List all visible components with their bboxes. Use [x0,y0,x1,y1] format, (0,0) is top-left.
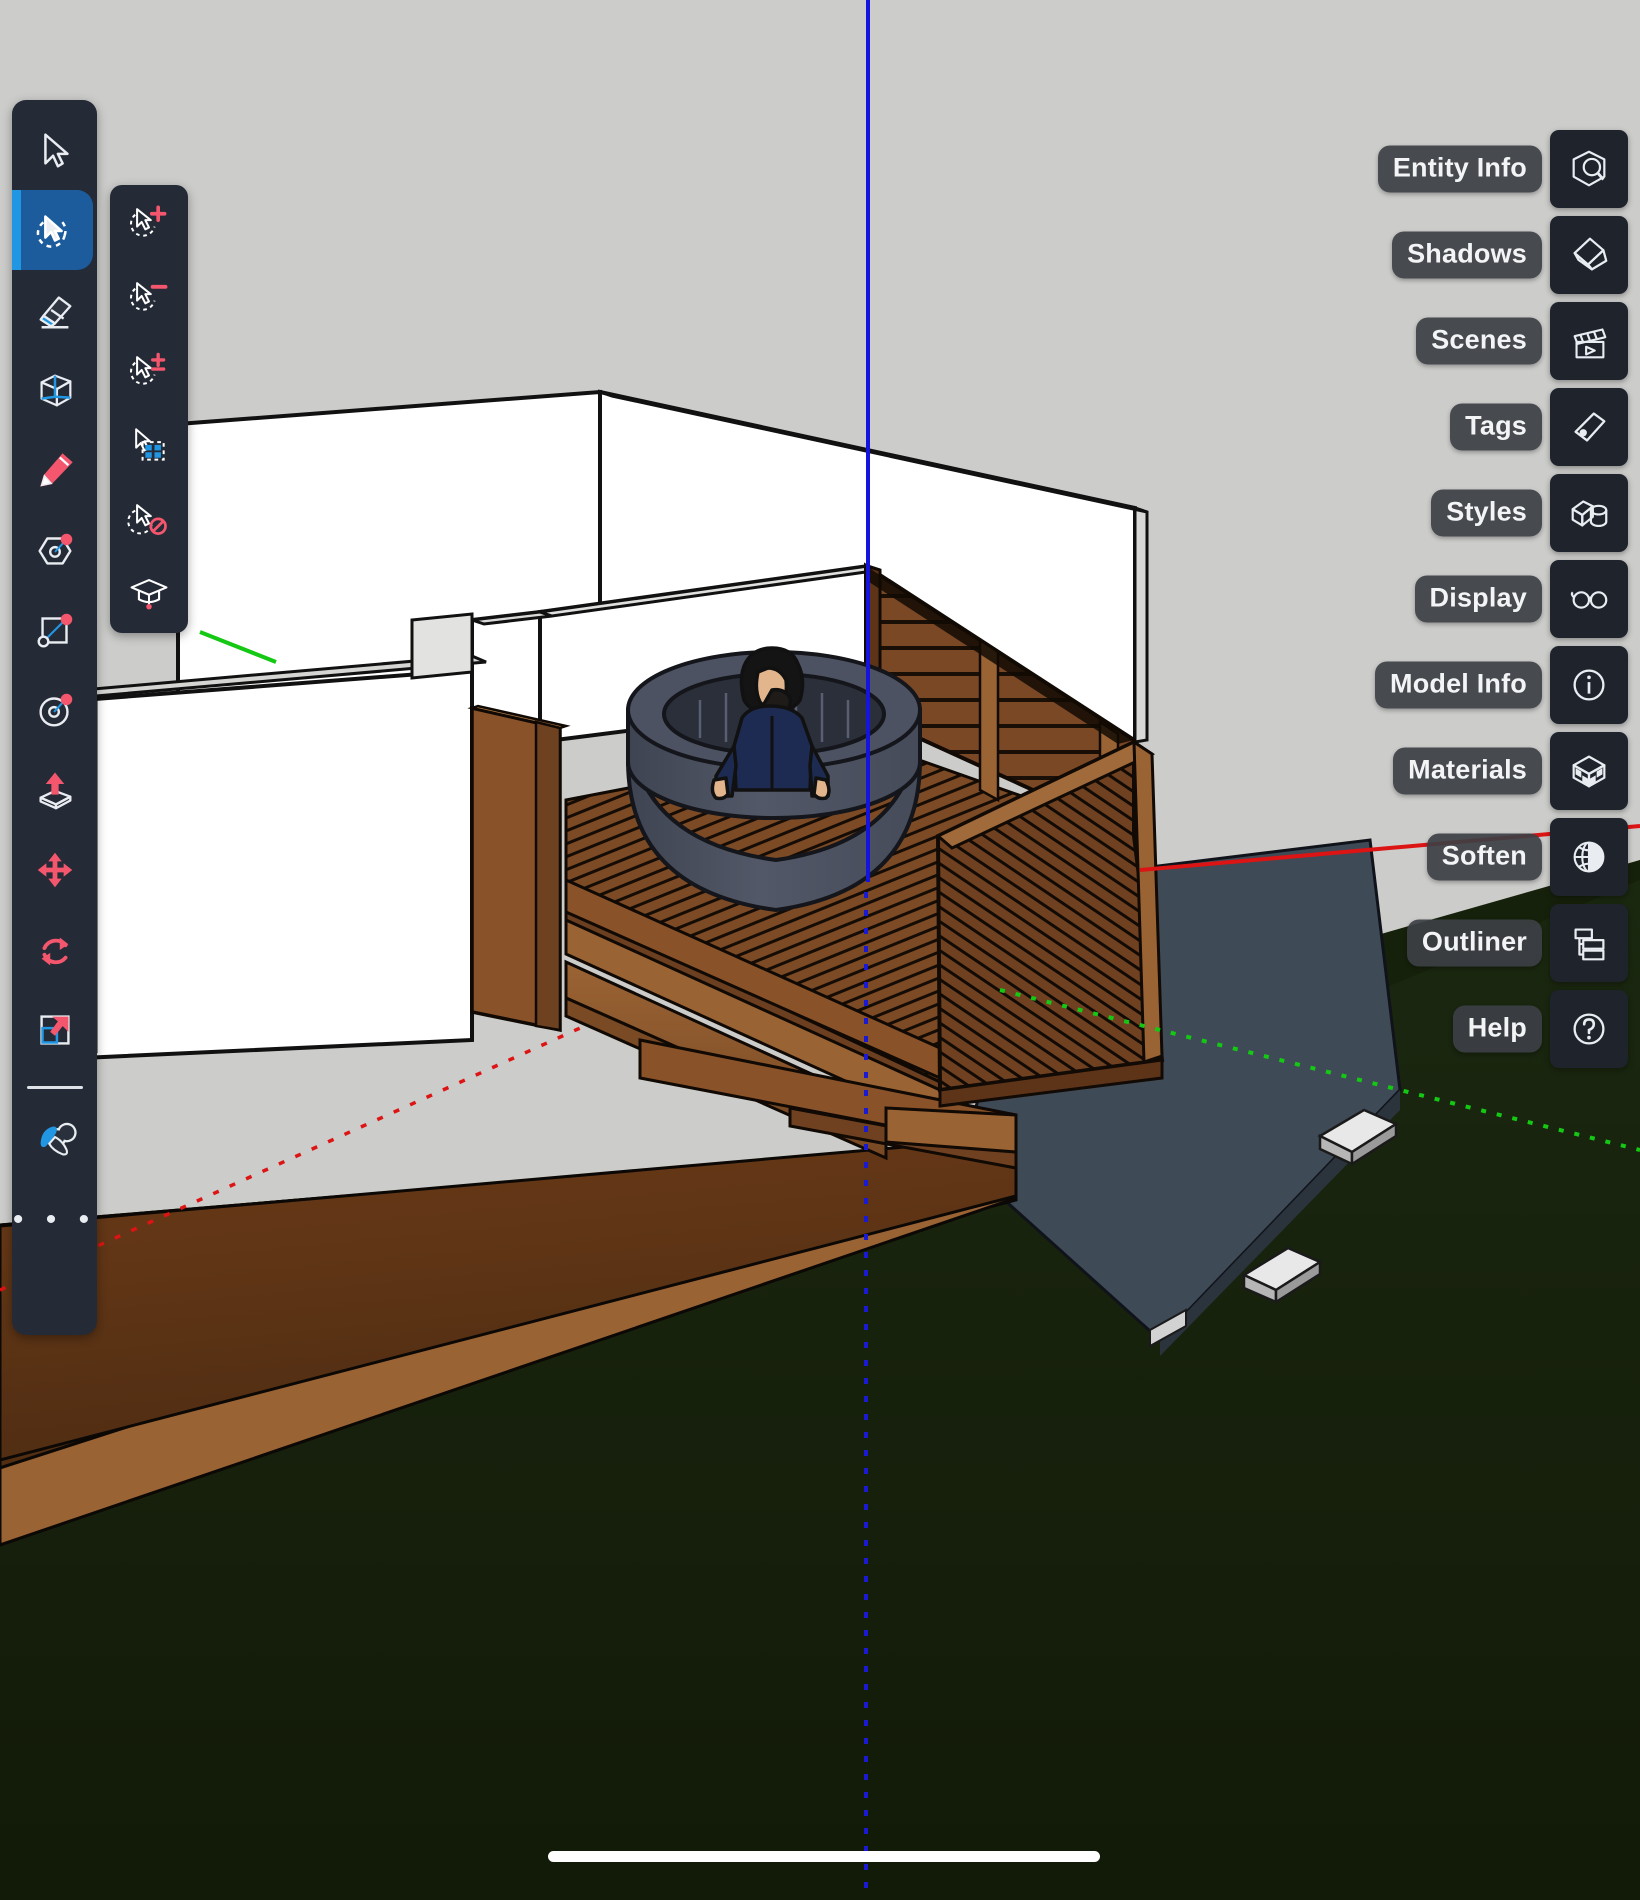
select-all-icon [135,428,165,461]
panel-row-tags[interactable]: Tags [1450,388,1628,466]
panel-button-shadows[interactable] [1550,216,1628,294]
panel-row-display[interactable]: Display [1414,560,1628,638]
tool-move[interactable] [12,830,97,910]
panel-row-materials[interactable]: Materials [1393,732,1628,810]
panel-row-entity-info[interactable]: Entity Info [1377,130,1628,208]
panel-button-styles[interactable] [1550,474,1628,552]
model-info-icon [1573,669,1605,701]
tool-learn[interactable] [110,555,188,629]
styles-shapes-icon [1571,500,1608,527]
lasso-cursor-icon [36,215,67,248]
arrow-cursor-icon [43,133,69,168]
entity-info-icon [1572,150,1606,187]
primary-tool-rail[interactable]: • • • [12,100,97,1335]
polygon-icon [37,533,72,565]
lasso-plusminus-icon [130,352,166,385]
tool-push-pull[interactable] [12,750,97,830]
panel-label-model-info: Model Info [1375,661,1542,709]
panel-button-tags[interactable] [1550,388,1628,466]
outliner-icon [1574,928,1605,961]
toolbar-divider [26,1086,83,1089]
lasso-none-icon [127,504,167,535]
more-tools-button[interactable]: • • • [13,1205,96,1235]
model-viewport-3d[interactable] [0,0,1640,1900]
tool-rectangle[interactable] [12,590,97,670]
panel-row-soften[interactable]: Soften [1426,818,1628,896]
panel-row-shadows[interactable]: Shadows [1392,216,1628,294]
panel-row-scenes[interactable]: Scenes [1416,302,1628,380]
eraser-icon [38,296,71,329]
panel-label-styles: Styles [1431,489,1542,537]
tool-remove-from-selection[interactable] [110,259,188,333]
tool-lasso-select[interactable] [12,190,93,270]
panel-row-help[interactable]: Help [1452,990,1628,1068]
tool-shapes[interactable] [12,510,97,590]
graduation-cap-icon [130,579,168,610]
panel-label-help: Help [1452,1005,1542,1053]
display-glasses-icon [1570,591,1608,609]
sketchup-ipad-app: • • • Entity Info Shadows Scenes Tags St… [0,0,1640,1900]
inspector-panel-rail[interactable]: Entity Info Shadows Scenes Tags Styles D… [1375,130,1628,1068]
panel-button-scenes[interactable] [1550,302,1628,380]
move-arrows-icon [37,852,72,888]
panel-label-scenes: Scenes [1416,317,1542,365]
panel-label-soften: Soften [1426,833,1542,881]
select-tool-options-flyout[interactable] [110,185,188,633]
tape-measure-box-icon [39,374,71,407]
panel-label-shadows: Shadows [1392,231,1542,279]
tool-line[interactable] [12,430,97,510]
panel-button-materials[interactable] [1550,732,1628,810]
tool-select[interactable] [12,110,97,190]
tool-paint[interactable] [12,1099,97,1179]
rotate-icon [41,937,68,966]
lasso-minus-icon [130,282,168,311]
panel-label-materials: Materials [1393,747,1542,795]
shadows-icon [1573,237,1608,271]
soften-sphere-icon [1573,841,1605,873]
pencil-icon [39,453,73,487]
tag-icon [1574,412,1606,442]
materials-cube-icon [1572,755,1606,788]
circle-icon [38,693,72,727]
panel-label-entity-info: Entity Info [1377,145,1542,193]
panel-label-display: Display [1414,575,1542,623]
tool-scale[interactable] [12,990,97,1070]
panel-row-outliner[interactable]: Outliner [1406,904,1628,982]
lasso-plus-icon [130,205,167,237]
tool-deselect-all[interactable] [110,481,188,555]
wall-lower-left [80,667,474,1061]
scale-icon [39,1015,70,1045]
tool-toggle-selection[interactable] [110,333,188,407]
tool-add-to-selection[interactable] [110,185,188,259]
paint-bucket-icon [40,1122,77,1156]
panel-label-outliner: Outliner [1406,919,1542,967]
panel-button-outliner[interactable] [1550,904,1628,982]
help-question-icon [1573,1013,1605,1045]
home-indicator[interactable] [548,1851,1100,1862]
panel-button-model-info[interactable] [1550,646,1628,724]
panel-button-entity-info[interactable] [1550,130,1628,208]
panel-button-help[interactable] [1550,990,1628,1068]
panel-row-styles[interactable]: Styles [1431,474,1628,552]
tool-circle[interactable] [12,670,97,750]
panel-label-tags: Tags [1450,403,1542,451]
push-pull-icon [38,772,71,810]
tool-eraser[interactable] [12,270,97,350]
panel-button-soften[interactable] [1550,818,1628,896]
rectangle-icon [37,613,72,648]
panel-row-model-info[interactable]: Model Info [1375,646,1628,724]
panel-button-display[interactable] [1550,560,1628,638]
tool-rotate[interactable] [12,910,97,990]
tool-select-all[interactable] [110,407,188,481]
tool-tape-measure[interactable] [12,350,97,430]
scenes-clapperboard-icon [1573,328,1607,359]
scene-render [0,0,1640,1900]
